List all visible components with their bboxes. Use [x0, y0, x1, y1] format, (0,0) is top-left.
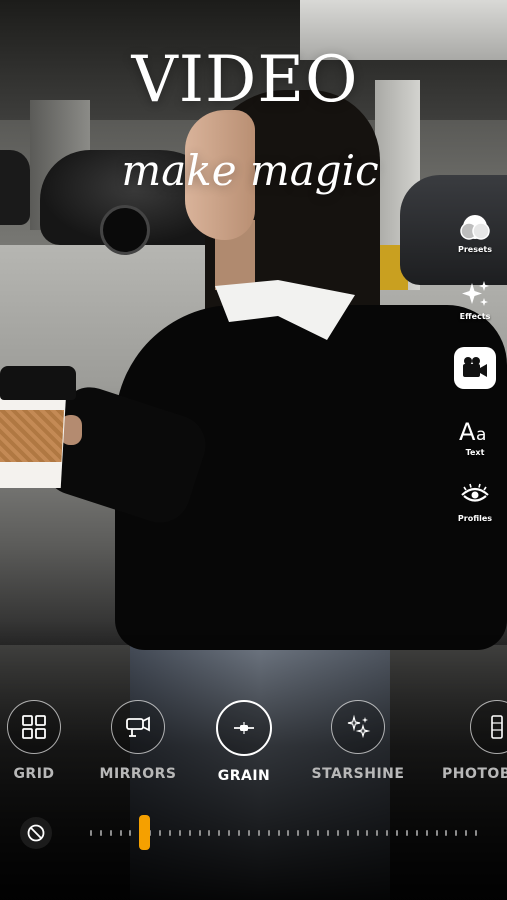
slider-tick	[366, 830, 368, 836]
reset-intensity-button[interactable]	[20, 817, 52, 849]
tool-effects[interactable]: Effects	[448, 277, 502, 321]
tool-presets[interactable]: Presets	[448, 210, 502, 254]
headline-title: VIDEO	[131, 43, 359, 117]
slider-tick	[445, 830, 447, 836]
slider-tick	[416, 830, 418, 836]
effect-mirrors[interactable]: MIRRORS	[83, 700, 193, 782]
effect-photobooth-circle	[470, 700, 507, 754]
slider-tick	[307, 830, 309, 836]
slider-tick	[179, 830, 181, 836]
stars-icon	[347, 714, 371, 739]
effect-mirrors-label: MIRRORS	[99, 766, 177, 782]
eye-icon	[461, 483, 489, 502]
slider-tick	[287, 830, 289, 836]
slider-tick	[120, 830, 122, 836]
photo-cup-sleeve	[0, 410, 64, 462]
slider-tick	[90, 830, 92, 836]
slider-tick	[199, 830, 201, 836]
effect-starshine[interactable]: STARSHINE	[303, 700, 413, 782]
svg-text:A: A	[459, 418, 476, 446]
effect-grid-circle	[7, 700, 61, 754]
effect-grid-label: GRID	[13, 766, 55, 782]
slider-tick	[129, 830, 131, 836]
slider-tick	[189, 830, 191, 836]
tool-profiles[interactable]: Profiles	[448, 479, 502, 523]
slider-tick	[465, 830, 467, 836]
slider-tick	[218, 830, 220, 836]
slider-tick	[376, 830, 378, 836]
slider-tick	[406, 830, 408, 836]
grid-icon	[22, 715, 46, 739]
slider-tick	[475, 830, 477, 836]
tool-video-active-tile	[454, 347, 496, 389]
tool-text-label: Text	[465, 448, 485, 457]
slider-tick	[426, 830, 428, 836]
grain-icon	[234, 722, 254, 734]
tool-video[interactable]	[448, 347, 502, 389]
tool-text[interactable]: A a Text	[448, 413, 502, 457]
sparkles-icon	[462, 281, 489, 306]
editor-screen: VIDEO make magic Presets Effects A a Tex…	[0, 0, 507, 900]
effect-grain-circle	[216, 700, 272, 756]
headline-subtitle: make magic	[121, 146, 379, 195]
slider-tick	[396, 830, 398, 836]
tool-effects-label: Effects	[459, 312, 491, 321]
effect-starshine-label: STARSHINE	[311, 766, 405, 782]
effect-starshine-circle	[331, 700, 385, 754]
tool-profiles-label: Profiles	[457, 514, 493, 523]
text-aa-icon: A a	[459, 418, 486, 446]
filmstrip-icon	[491, 715, 503, 739]
effect-mirrors-circle	[111, 700, 165, 754]
photo-car-wheel	[100, 205, 150, 255]
slider-tick	[386, 830, 388, 836]
slider-tick	[110, 830, 112, 836]
slider-tick	[258, 830, 260, 836]
svg-text:a: a	[476, 425, 486, 445]
slider-tick	[327, 830, 329, 836]
presets-icon	[460, 215, 490, 240]
effect-grain-label: GRAIN	[217, 768, 271, 784]
slider-tick	[337, 830, 339, 836]
slider-tick	[297, 830, 299, 836]
slider-tick	[317, 830, 319, 836]
slider-tick	[100, 830, 102, 836]
photo-cup-lid	[0, 366, 76, 400]
effect-grain[interactable]: GRAIN	[189, 700, 299, 784]
slider-tick	[169, 830, 171, 836]
projector-icon	[126, 716, 150, 737]
effect-photobooth-label: PHOTOB	[442, 766, 507, 782]
slider-tick	[436, 830, 438, 836]
slider-tick	[208, 830, 210, 836]
intensity-slider-thumb[interactable]	[139, 815, 150, 850]
effect-grid[interactable]: GRID	[0, 700, 89, 782]
effect-carousel: GRID MIRRORS GRAIN STARSHINE PHOTOB	[0, 700, 507, 790]
tool-presets-label: Presets	[457, 245, 492, 254]
slider-tick	[278, 830, 280, 836]
slider-tick	[228, 830, 230, 836]
slider-tick	[248, 830, 250, 836]
slider-tick	[238, 830, 240, 836]
slider-tick	[268, 830, 270, 836]
effect-photobooth[interactable]: PHOTOB	[442, 700, 507, 782]
slider-tick	[347, 830, 349, 836]
no-effect-icon	[27, 824, 45, 842]
video-camera-icon	[463, 357, 487, 377]
slider-tick	[455, 830, 457, 836]
slider-tick	[357, 830, 359, 836]
slider-tick	[159, 830, 161, 836]
